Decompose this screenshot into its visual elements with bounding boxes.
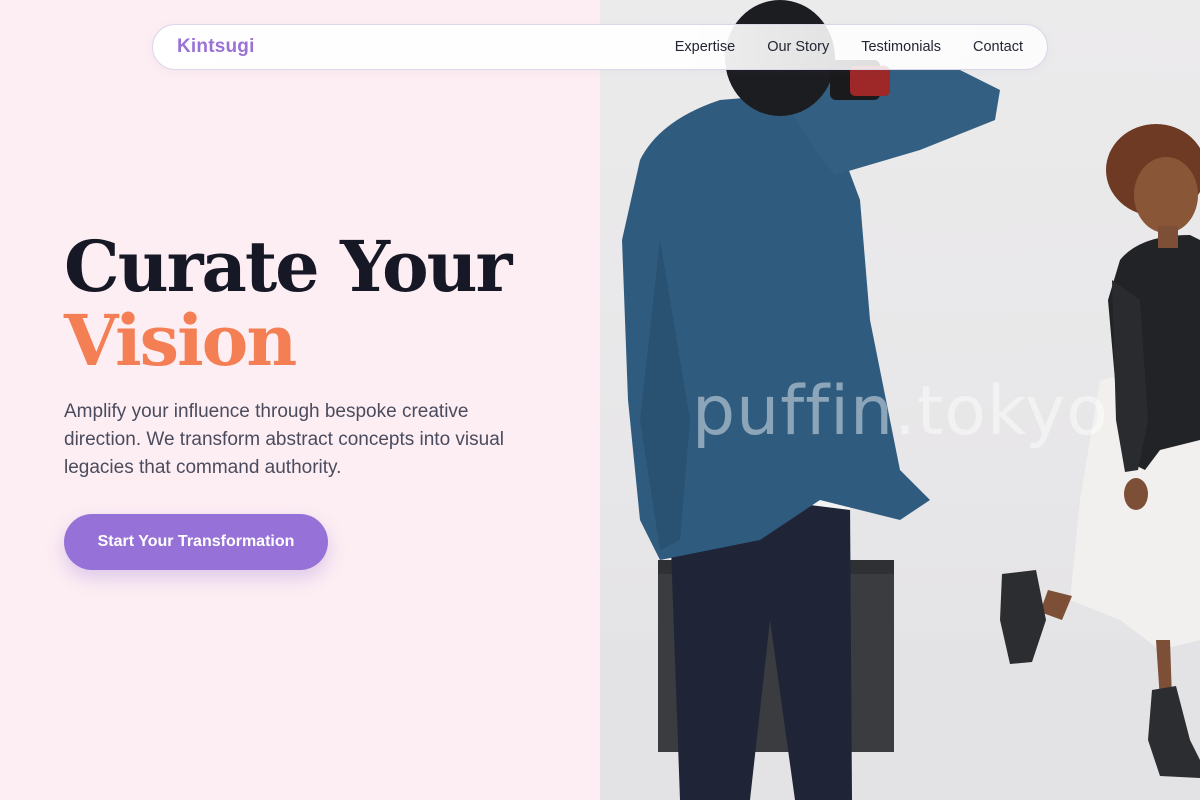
start-transformation-button[interactable]: Start Your Transformation [64, 514, 328, 570]
nav-link-our-story[interactable]: Our Story [767, 39, 829, 55]
hero-subtitle: Amplify your influence through bespoke c… [64, 401, 505, 478]
nav-link-contact[interactable]: Contact [973, 39, 1023, 55]
nav-links: Expertise Our Story Testimonials Contact [675, 39, 1023, 55]
hero-title: Curate Your Vision [64, 225, 512, 382]
hero-title-line1: Curate Your [64, 225, 512, 308]
nav-link-testimonials[interactable]: Testimonials [861, 39, 941, 55]
nav-link-expertise[interactable]: Expertise [675, 39, 735, 55]
top-navbar: Kintsugi Expertise Our Story Testimonial… [152, 24, 1048, 70]
brand-logo[interactable]: Kintsugi [177, 36, 255, 58]
image-watermark: puffin.tokyo [692, 372, 1109, 451]
hero-title-accent: Vision [64, 299, 297, 382]
hero-image-panel: puffin.tokyo [600, 0, 1200, 800]
